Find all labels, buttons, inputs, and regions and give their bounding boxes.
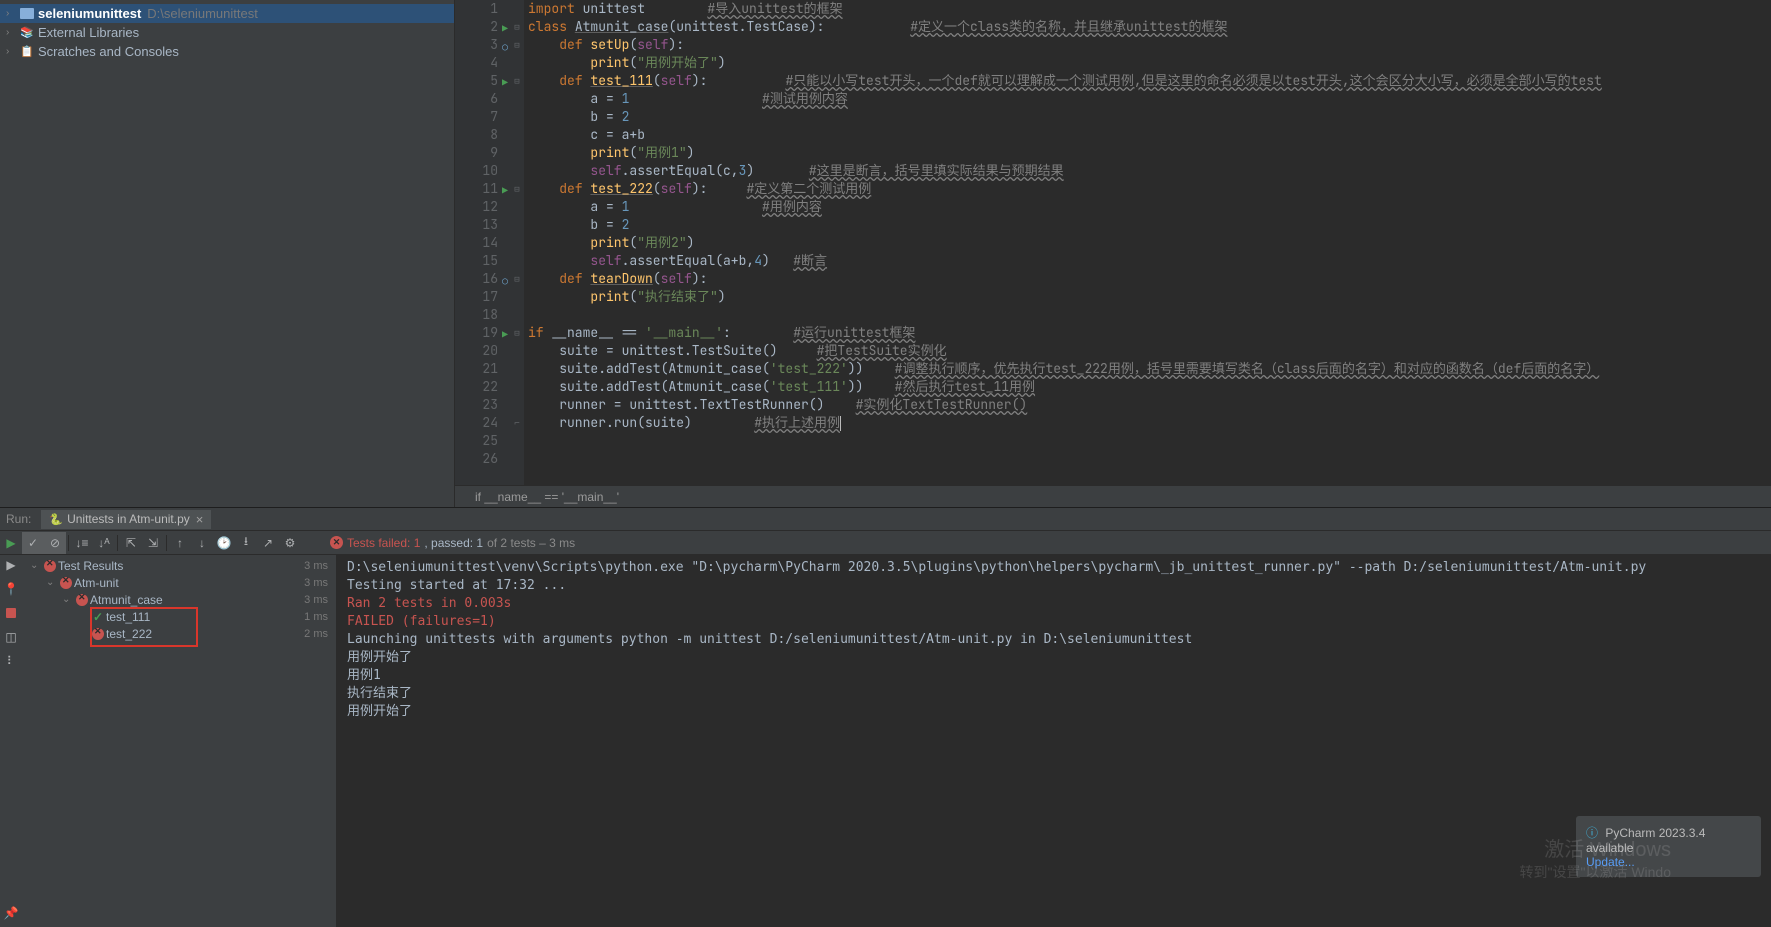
status-fail-text: Tests failed: 1	[347, 536, 420, 550]
run-side-toolbar: ▶ 📍 ◫ ⠇ 📌	[0, 555, 22, 927]
console-line: FAILED (failures=1)	[347, 613, 1761, 631]
gutter[interactable]: 12▶3○45▶67891011▶1213141516○171819▶20212…	[455, 0, 510, 485]
external-libraries-label: External Libraries	[38, 25, 139, 40]
external-libraries[interactable]: › External Libraries	[0, 23, 454, 42]
test-status-bar: ✕ Tests failed: 1 , passed: 1 of 2 tests…	[0, 536, 575, 550]
scratches-consoles[interactable]: › Scratches and Consoles	[0, 42, 454, 61]
test-tree-row[interactable]: ⌄ Atm-unit 3 ms	[22, 574, 336, 591]
fail-status-icon	[42, 560, 58, 572]
library-icon	[20, 26, 38, 39]
update-notification[interactable]: ⓘ PyCharm 2023.3.4 available Update...	[1576, 816, 1761, 877]
project-tree[interactable]: › seleniumunittest D:\seleniumunittest ›…	[0, 0, 454, 65]
project-root-name: seleniumunittest	[38, 6, 141, 21]
test-label: Atm-unit	[74, 576, 119, 590]
console-line: D:\seleniumunittest\venv\Scripts\python.…	[347, 559, 1761, 577]
code-area[interactable]: import unittest #导入unittest的框架class Atmu…	[524, 0, 1771, 485]
chevron-down-icon: ⌄	[62, 594, 74, 605]
breadcrumb[interactable]: if __name__ == '__main__'	[455, 485, 1771, 507]
stop-button[interactable]	[3, 605, 19, 621]
test-results-tree[interactable]: ⌄ Test Results 3 ms ⌄ Atm-unit 3 ms ⌄ At…	[22, 555, 337, 927]
console-line: Testing started at 17:32 ...	[347, 577, 1761, 595]
test-label: Atmunit_case	[90, 593, 163, 607]
test-label: Test Results	[58, 559, 123, 573]
test-time: 2 ms	[304, 628, 328, 640]
chevron-down-icon: ⌄	[30, 560, 42, 571]
layout-button[interactable]: ◫	[3, 629, 19, 645]
console-line: 用例1	[347, 667, 1761, 685]
status-pass-text: , passed: 1	[424, 536, 483, 550]
scratches-label: Scratches and Consoles	[38, 44, 179, 59]
project-root-path: D:\seleniumunittest	[147, 6, 258, 21]
fold-column[interactable]: ⊟⊟⊟⊟⊟⊟⌐	[510, 0, 524, 485]
debug-pin-icon[interactable]: 📍	[3, 581, 19, 597]
test-tree-row[interactable]: ⌄ Atmunit_case 3 ms	[22, 591, 336, 608]
more-button[interactable]: ⠇	[3, 653, 19, 669]
chevron-right-icon: ›	[6, 27, 20, 38]
pass-status-icon: ✓	[90, 610, 106, 624]
breadcrumb-text: if __name__ == '__main__'	[475, 490, 619, 504]
test-tree-row[interactable]: ✓ test_111 1 ms	[22, 608, 336, 625]
test-tree-row[interactable]: test_222 2 ms	[22, 625, 336, 642]
test-time: 3 ms	[304, 560, 328, 572]
close-icon[interactable]: ×	[196, 512, 204, 527]
run-tab[interactable]: Unittests in Atm-unit.py ×	[41, 510, 211, 529]
info-icon: ⓘ	[1586, 826, 1598, 840]
test-time: 3 ms	[304, 594, 328, 606]
fail-status-icon	[90, 628, 106, 640]
fail-badge-icon: ✕	[330, 536, 343, 549]
scratch-icon	[20, 45, 38, 58]
fail-status-icon	[74, 594, 90, 606]
test-time: 1 ms	[304, 611, 328, 623]
console-line: 用例开始了	[347, 649, 1761, 667]
console-line: 执行结束了	[347, 685, 1761, 703]
pin-button[interactable]: 📌	[3, 905, 19, 921]
editor[interactable]: 12▶3○45▶67891011▶1213141516○171819▶20212…	[455, 0, 1771, 507]
chevron-right-icon: ›	[6, 46, 20, 57]
update-link[interactable]: Update...	[1586, 855, 1635, 869]
run-toolbar: ▶ ✓ ⊘ ↓≡ ↓ᴬ ⇱ ⇲ ↑ ↓ 🕑 ⭳ ↗ ⚙ ✕ Tests fail…	[0, 531, 1771, 555]
console-line: Launching unittests with arguments pytho…	[347, 631, 1761, 649]
notif-title: PyCharm 2023.3.4 available	[1586, 826, 1705, 855]
run-label: Run:	[6, 512, 31, 526]
status-tail-text: of 2 tests – 3 ms	[487, 536, 575, 550]
folder-icon	[20, 8, 38, 19]
run-tab-label: Unittests in Atm-unit.py	[67, 512, 190, 526]
test-label: test_222	[106, 627, 152, 641]
console-line: 用例开始了	[347, 703, 1761, 721]
chevron-right-icon: ›	[6, 8, 20, 19]
console-output[interactable]: D:\seleniumunittest\venv\Scripts\python.…	[337, 555, 1771, 927]
fail-status-icon	[58, 577, 74, 589]
run-tool-window: Run: Unittests in Atm-unit.py × ▶ ✓ ⊘ ↓≡…	[0, 507, 1771, 927]
test-label: test_111	[106, 610, 150, 624]
python-icon	[49, 512, 67, 526]
console-line: Ran 2 tests in 0.003s	[347, 595, 1761, 613]
project-tool-window[interactable]: › seleniumunittest D:\seleniumunittest ›…	[0, 0, 455, 507]
run-button[interactable]: ▶	[3, 557, 19, 573]
test-tree-row[interactable]: ⌄ Test Results 3 ms	[22, 557, 336, 574]
test-time: 3 ms	[304, 577, 328, 589]
project-root[interactable]: › seleniumunittest D:\seleniumunittest	[0, 4, 454, 23]
run-header: Run: Unittests in Atm-unit.py ×	[0, 508, 1771, 531]
chevron-down-icon: ⌄	[46, 577, 58, 588]
